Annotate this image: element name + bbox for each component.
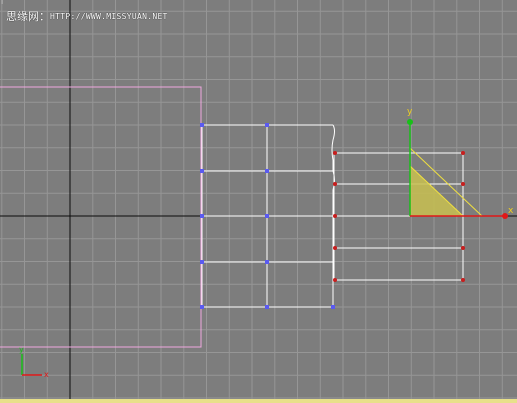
watermark-url: HTTP://WWW.MISSYUAN.NET: [50, 12, 168, 21]
viewport-canvas[interactable]: y x y x: [0, 0, 517, 403]
tripod-y-label: y: [19, 345, 24, 354]
tripod-x-label: x: [44, 370, 49, 379]
gizmo-x-label: x: [508, 206, 514, 216]
gizmo-y-label: y: [407, 107, 413, 117]
viewport-top[interactable]: y x y x T 思缘网：HTTP://WWW.MISSYUAN.NET: [0, 0, 517, 403]
gizmo-y-handle: [407, 119, 413, 125]
watermark-chinese: 思缘网：: [6, 10, 50, 23]
axis-tripod: y x: [19, 345, 49, 379]
yellow-triangle-shape[interactable]: [409, 147, 483, 217]
active-viewport-border: [0, 399, 517, 403]
viewport-corner-label[interactable]: T: [0, 0, 4, 6]
pink-rectangle-shape[interactable]: [0, 86, 202, 348]
watermark: 思缘网：HTTP://WWW.MISSYUAN.NET: [6, 8, 168, 24]
